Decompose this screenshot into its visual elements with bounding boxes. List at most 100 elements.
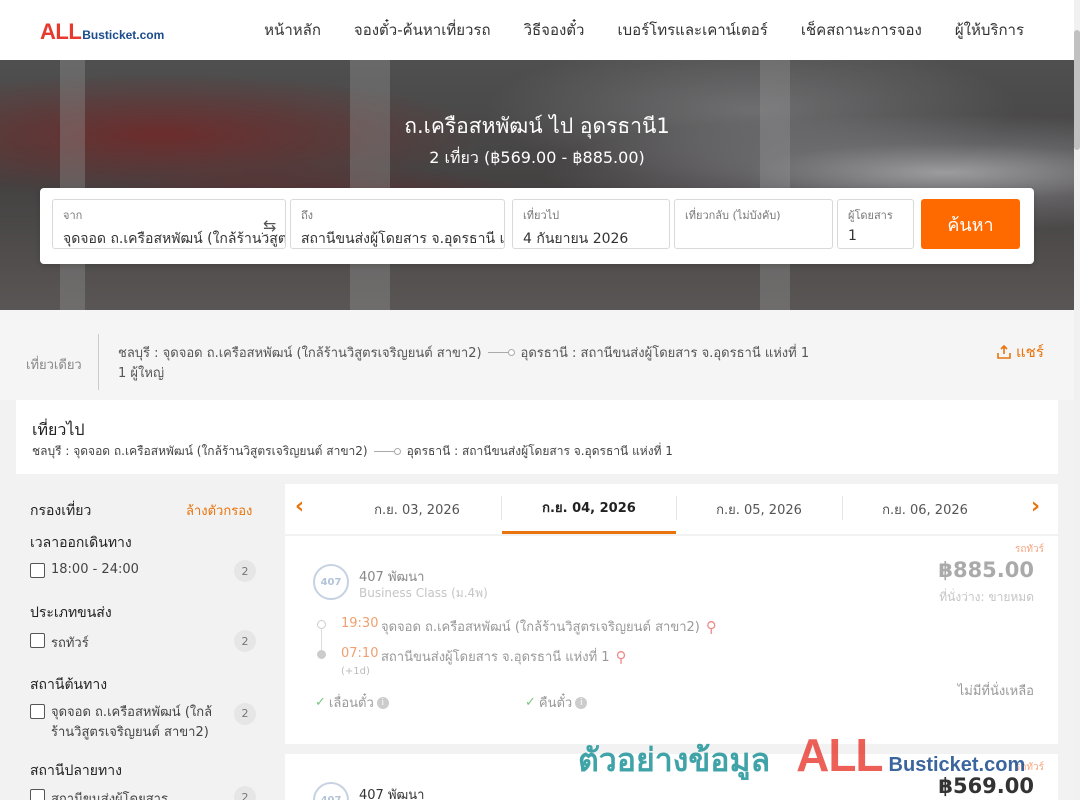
- passenger-field[interactable]: ผู้โดยสาร 1: [837, 199, 914, 249]
- departure-station: จุดจอด ถ.เครือสหพัฒน์ (ใกล้ร้านวิสูตรเจร…: [381, 616, 717, 637]
- top-navbar: ALL Busticket.com หน้าหลัก จองตั๋ว-ค้นหา…: [0, 0, 1074, 60]
- feature-label: เลื่อนตั๋ว: [328, 696, 374, 711]
- outbound-destination: อุดรธานี : สถานีขนส่งผู้โดยสาร จ.อุดรธาน…: [406, 444, 673, 458]
- passenger-value: 1: [848, 228, 857, 244]
- share-icon: [997, 344, 1011, 359]
- to-label: ถึง: [301, 209, 314, 222]
- filter-option[interactable]: 18:00 - 24:00 2: [30, 560, 260, 582]
- depart-value: 4 กันยายน 2026: [523, 231, 629, 247]
- feature-refund: ✓ คืนตั๋ว i: [525, 692, 588, 713]
- departure-time: 19:30: [341, 616, 379, 631]
- filter-option[interactable]: สถานีขนส่งผู้โดยสาร 2: [30, 786, 260, 800]
- info-icon[interactable]: i: [575, 696, 588, 709]
- filter-count-badge: 2: [234, 630, 256, 652]
- nav-home[interactable]: หน้าหลัก: [264, 18, 321, 42]
- outbound-title: เที่ยวไป: [32, 420, 85, 439]
- nav-contacts[interactable]: เบอร์โทรและเคาน์เตอร์: [617, 18, 767, 42]
- filter-section-title: ประเภทขนส่ง: [30, 605, 112, 621]
- site-logo[interactable]: ALL Busticket.com: [40, 19, 164, 45]
- info-icon[interactable]: i: [376, 696, 389, 709]
- filter-count-badge: 2: [234, 703, 256, 725]
- prev-date-arrow-icon[interactable]: ‹: [295, 494, 304, 519]
- scrollbar-thumb[interactable]: [1074, 30, 1080, 150]
- checkbox[interactable]: [30, 789, 45, 800]
- filter-option-label: สถานีขนส่งผู้โดยสาร: [51, 792, 168, 800]
- checkbox[interactable]: [30, 563, 45, 578]
- search-button[interactable]: ค้นหา: [921, 199, 1020, 249]
- filter-panel: กรองเที่ยว ล้างตัวกรอง เวลาออกเดินทาง 18…: [16, 484, 270, 800]
- checkbox[interactable]: [30, 633, 45, 648]
- bus-class: Business Class (ม.4พ): [359, 586, 488, 600]
- share-button[interactable]: แชร์: [996, 340, 1044, 364]
- divider: [98, 334, 99, 390]
- page-scrollbar[interactable]: [1074, 0, 1080, 800]
- nav-book[interactable]: จองตั๋ว-ค้นหาเที่ยวรถ: [354, 18, 491, 42]
- arrival-time: 07:10: [341, 646, 379, 661]
- from-value: จุดจอด ถ.เครือสหพัฒน์ (ใกล้ร้านวิสูตรเจร…: [63, 231, 285, 247]
- filter-count-badge: 2: [234, 786, 256, 800]
- route-connector-icon: [487, 349, 515, 356]
- checkbox[interactable]: [30, 704, 45, 719]
- outbound-origin: ชลบุรี : จุดจอด ถ.เครือสหพัฒน์ (ใกล้ร้าน…: [32, 444, 368, 458]
- check-icon: ✓: [315, 695, 326, 710]
- filter-option-label: รถทัวร์: [51, 636, 89, 651]
- sample-data-watermark: ตัวอย่างข้อมูล ALL Busticket.com: [578, 728, 1025, 786]
- map-pin-icon[interactable]: ⚲: [616, 648, 627, 666]
- filter-title: กรองเที่ยว: [30, 503, 92, 519]
- hero-subtitle: 2 เที่ยว (฿569.00 - ฿885.00): [429, 148, 645, 167]
- to-field[interactable]: ถึง สถานีขนส่งผู้โดยสาร จ.อุดรธานี แห่งท…: [290, 199, 505, 249]
- filter-option[interactable]: จุดจอด ถ.เครือสหพัฒน์ (ใกล้ร้านวิสูตรเจร…: [30, 703, 260, 743]
- map-pin-icon[interactable]: ⚲: [706, 618, 717, 636]
- hero-bg-pillar: [60, 60, 85, 310]
- date-tabs: ‹ ก.ย. 03, 2026 ก.ย. 04, 2026 ก.ย. 05, 2…: [285, 484, 1058, 534]
- date-tab[interactable]: ก.ย. 05, 2026: [677, 484, 841, 534]
- next-date-arrow-icon[interactable]: ›: [1031, 494, 1040, 519]
- operator-logo: 407: [313, 564, 349, 600]
- summary-destination: อุดรธานี : สถานีขนส่งผู้โดยสาร จ.อุดรธาน…: [520, 346, 810, 361]
- hero-bg-pillar: [760, 60, 790, 310]
- trip-summary: เที่ยวเดียว ชลบุรี : จุดจอด ถ.เครือสหพัฒ…: [0, 310, 1074, 400]
- outbound-header: เที่ยวไป ชลบุรี : จุดจอด ถ.เครือสหพัฒน์ …: [16, 400, 1058, 474]
- hero-title: ถ.เครือสหพัฒน์ ไป อุดรธานี1: [404, 114, 670, 138]
- filter-section-title: เวลาออกเดินทาง: [30, 535, 132, 551]
- logo-brand-b: Busticket.com: [82, 28, 165, 42]
- seat-availability: ที่นั่งว่าง: ขายหมด: [939, 590, 1034, 604]
- hero-bg-pillar: [350, 60, 390, 310]
- to-value: สถานีขนส่งผู้โดยสาร จ.อุดรธานี แห่งที่ 1: [301, 231, 504, 247]
- summary-origin: ชลบุรี : จุดจอด ถ.เครือสหพัฒน์ (ใกล้ร้าน…: [118, 346, 482, 361]
- nav-check-status[interactable]: เช็คสถานะการจอง: [801, 18, 922, 42]
- departure-dot-icon: [317, 620, 326, 629]
- vehicle-type-badge: รถทัวร์: [1014, 544, 1044, 555]
- main-nav: หน้าหลัก จองตั๋ว-ค้นหาเที่ยวรถ วิธีจองตั…: [264, 0, 1024, 60]
- trip-price: ฿885.00: [938, 558, 1034, 582]
- trip-card[interactable]: รถทัวร์ 407 407 พัฒนา Business Class (ม.…: [285, 536, 1058, 744]
- sold-out-label: ไม่มีที่นั่งเหลือ: [957, 684, 1034, 699]
- watermark-brand-a: ALL: [796, 729, 883, 781]
- date-tab[interactable]: ก.ย. 06, 2026: [843, 484, 1007, 534]
- depart-label: เที่ยวไป: [523, 209, 560, 222]
- arrival-station-name: สถานีขนส่งผู้โดยสาร จ.อุดรธานี แห่งที่ 1: [381, 650, 610, 665]
- feature-reschedule: ✓ เลื่อนตั๋ว i: [315, 692, 389, 713]
- hero-banner: ถ.เครือสหพัฒน์ ไป อุดรธานี1 2 เที่ยว (฿5…: [0, 60, 1074, 310]
- feature-label: คืนตั๋ว: [538, 696, 573, 711]
- summary-route: ชลบุรี : จุดจอด ถ.เครือสหพัฒน์ (ใกล้ร้าน…: [118, 342, 809, 363]
- departure-station-name: จุดจอด ถ.เครือสหพัฒน์ (ใกล้ร้านวิสูตรเจร…: [381, 620, 700, 635]
- arrival-dot-icon: [317, 650, 326, 659]
- filter-option-label: 18:00 - 24:00: [51, 562, 139, 577]
- trip-type: เที่ยวเดียว: [26, 358, 82, 373]
- nav-how-to[interactable]: วิธีจองตั๋ว: [524, 18, 585, 42]
- return-label: เที่ยวกลับ (ไม่บังคับ): [685, 209, 781, 222]
- route-connector-icon: [373, 448, 401, 455]
- date-tab[interactable]: ก.ย. 03, 2026: [333, 484, 501, 534]
- depart-date-field[interactable]: เที่ยวไป 4 กันยายน 2026: [512, 199, 670, 249]
- return-date-field[interactable]: เที่ยวกลับ (ไม่บังคับ): [674, 199, 833, 249]
- nav-operators[interactable]: ผู้ให้บริการ: [955, 18, 1024, 42]
- date-tab-active[interactable]: ก.ย. 04, 2026: [502, 484, 676, 534]
- filter-section-title: สถานีต้นทาง: [30, 677, 108, 693]
- operator-name: 407 พัฒนา: [359, 788, 425, 800]
- filter-option[interactable]: รถทัวร์ 2: [30, 630, 260, 653]
- watermark-brand-b: Busticket.com: [888, 754, 1026, 776]
- clear-filters-button[interactable]: ล้างตัวกรอง: [186, 500, 252, 521]
- swap-icon[interactable]: ⇆: [263, 216, 281, 235]
- from-field[interactable]: จาก จุดจอด ถ.เครือสหพัฒน์ (ใกล้ร้านวิสูต…: [52, 199, 286, 249]
